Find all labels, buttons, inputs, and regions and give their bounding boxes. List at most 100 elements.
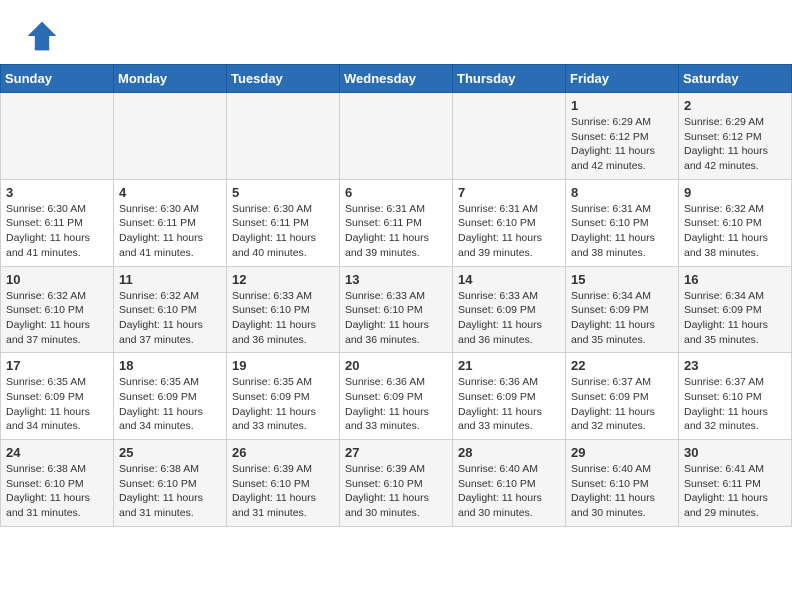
calendar-cell: 8Sunrise: 6:31 AM Sunset: 6:10 PM Daylig… <box>566 179 679 266</box>
day-info: Sunrise: 6:32 AM Sunset: 6:10 PM Dayligh… <box>6 289 108 348</box>
day-info: Sunrise: 6:31 AM Sunset: 6:11 PM Dayligh… <box>345 202 447 261</box>
day-number: 8 <box>571 185 673 200</box>
day-info: Sunrise: 6:33 AM Sunset: 6:10 PM Dayligh… <box>232 289 334 348</box>
calendar-table: SundayMondayTuesdayWednesdayThursdayFrid… <box>0 64 792 527</box>
calendar-week-row: 1 Sunrise: 6:29 AM Sunset: 6:12 PM Daylig… <box>1 93 792 180</box>
weekday-header-saturday: Saturday <box>679 65 792 93</box>
day-info: Sunrise: 6:34 AM Sunset: 6:09 PM Dayligh… <box>571 289 673 348</box>
calendar-week-row: 24Sunrise: 6:38 AM Sunset: 6:10 PM Dayli… <box>1 440 792 527</box>
calendar-cell: 1 Sunrise: 6:29 AM Sunset: 6:12 PM Daylig… <box>566 93 679 180</box>
day-info: Sunrise: 6:38 AM Sunset: 6:10 PM Dayligh… <box>6 462 108 521</box>
day-number: 4 <box>119 185 221 200</box>
calendar-week-row: 10 Sunrise: 6:32 AM Sunset: 6:10 PM Dayli… <box>1 266 792 353</box>
day-info: Sunrise: 6:34 AM Sunset: 6:09 PM Dayligh… <box>684 289 786 348</box>
day-number: 27 <box>345 445 447 460</box>
logo-icon <box>24 18 60 54</box>
day-info: Sunrise: 6:38 AM Sunset: 6:10 PM Dayligh… <box>119 462 221 521</box>
calendar-cell: 3Sunrise: 6:30 AM Sunset: 6:11 PM Daylig… <box>1 179 114 266</box>
calendar-cell: 6 Sunrise: 6:31 AM Sunset: 6:11 PM Daylig… <box>340 179 453 266</box>
calendar-cell: 14Sunrise: 6:33 AM Sunset: 6:09 PM Dayli… <box>453 266 566 353</box>
day-number: 13 <box>345 272 447 287</box>
calendar-cell: 12Sunrise: 6:33 AM Sunset: 6:10 PM Dayli… <box>227 266 340 353</box>
day-info: Sunrise: 6:30 AM Sunset: 6:11 PM Dayligh… <box>232 202 334 261</box>
day-number: 11 <box>119 272 221 287</box>
day-info: Sunrise: 6:40 AM Sunset: 6:10 PM Dayligh… <box>571 462 673 521</box>
calendar-cell: 21 Sunrise: 6:36 AM Sunset: 6:09 PM Dayli… <box>453 353 566 440</box>
calendar-cell: 28 Sunrise: 6:40 AM Sunset: 6:10 PM Dayli… <box>453 440 566 527</box>
day-info: Sunrise: 6:30 AM Sunset: 6:11 PM Dayligh… <box>119 202 221 261</box>
weekday-header-tuesday: Tuesday <box>227 65 340 93</box>
calendar-header: SundayMondayTuesdayWednesdayThursdayFrid… <box>1 65 792 93</box>
calendar-cell: 7 Sunrise: 6:31 AM Sunset: 6:10 PM Daylig… <box>453 179 566 266</box>
day-number: 9 <box>684 185 786 200</box>
day-number: 23 <box>684 358 786 373</box>
weekday-header-thursday: Thursday <box>453 65 566 93</box>
day-number: 17 <box>6 358 108 373</box>
weekday-header-sunday: Sunday <box>1 65 114 93</box>
day-info: Sunrise: 6:35 AM Sunset: 6:09 PM Dayligh… <box>119 375 221 434</box>
weekday-header-monday: Monday <box>114 65 227 93</box>
day-number: 30 <box>684 445 786 460</box>
day-info: Sunrise: 6:41 AM Sunset: 6:11 PM Dayligh… <box>684 462 786 521</box>
day-number: 10 <box>6 272 108 287</box>
day-info: Sunrise: 6:39 AM Sunset: 6:10 PM Dayligh… <box>345 462 447 521</box>
calendar-week-row: 17 Sunrise: 6:35 AM Sunset: 6:09 PM Dayli… <box>1 353 792 440</box>
day-info: Sunrise: 6:32 AM Sunset: 6:10 PM Dayligh… <box>119 289 221 348</box>
calendar-cell <box>227 93 340 180</box>
day-number: 6 <box>345 185 447 200</box>
calendar-cell: 2Sunrise: 6:29 AM Sunset: 6:12 PM Daylig… <box>679 93 792 180</box>
day-number: 26 <box>232 445 334 460</box>
day-number: 7 <box>458 185 560 200</box>
day-info: Sunrise: 6:40 AM Sunset: 6:10 PM Dayligh… <box>458 462 560 521</box>
calendar-cell: 25 Sunrise: 6:38 AM Sunset: 6:10 PM Dayli… <box>114 440 227 527</box>
day-info: Sunrise: 6:35 AM Sunset: 6:09 PM Dayligh… <box>232 375 334 434</box>
calendar-cell: 20 Sunrise: 6:36 AM Sunset: 6:09 PM Dayli… <box>340 353 453 440</box>
day-number: 22 <box>571 358 673 373</box>
calendar-cell: 22 Sunrise: 6:37 AM Sunset: 6:09 PM Dayli… <box>566 353 679 440</box>
day-number: 21 <box>458 358 560 373</box>
day-number: 16 <box>684 272 786 287</box>
day-info: Sunrise: 6:30 AM Sunset: 6:11 PM Dayligh… <box>6 202 108 261</box>
calendar-cell: 24Sunrise: 6:38 AM Sunset: 6:10 PM Dayli… <box>1 440 114 527</box>
day-number: 15 <box>571 272 673 287</box>
day-info: Sunrise: 6:29 AM Sunset: 6:12 PM Dayligh… <box>684 115 786 174</box>
day-info: Sunrise: 6:36 AM Sunset: 6:09 PM Dayligh… <box>345 375 447 434</box>
calendar-week-row: 3Sunrise: 6:30 AM Sunset: 6:11 PM Daylig… <box>1 179 792 266</box>
day-info: Sunrise: 6:37 AM Sunset: 6:09 PM Dayligh… <box>571 375 673 434</box>
calendar-cell: 16 Sunrise: 6:34 AM Sunset: 6:09 PM Dayli… <box>679 266 792 353</box>
calendar-cell: 4 Sunrise: 6:30 AM Sunset: 6:11 PM Daylig… <box>114 179 227 266</box>
logo <box>24 18 64 54</box>
calendar-cell: 11 Sunrise: 6:32 AM Sunset: 6:10 PM Dayli… <box>114 266 227 353</box>
day-number: 29 <box>571 445 673 460</box>
day-number: 25 <box>119 445 221 460</box>
calendar-cell: 27 Sunrise: 6:39 AM Sunset: 6:10 PM Dayli… <box>340 440 453 527</box>
day-info: Sunrise: 6:36 AM Sunset: 6:09 PM Dayligh… <box>458 375 560 434</box>
calendar-body: 1 Sunrise: 6:29 AM Sunset: 6:12 PM Daylig… <box>1 93 792 527</box>
calendar-cell: 10 Sunrise: 6:32 AM Sunset: 6:10 PM Dayli… <box>1 266 114 353</box>
calendar-cell <box>453 93 566 180</box>
weekday-header-friday: Friday <box>566 65 679 93</box>
day-number: 18 <box>119 358 221 373</box>
day-number: 28 <box>458 445 560 460</box>
day-info: Sunrise: 6:33 AM Sunset: 6:09 PM Dayligh… <box>458 289 560 348</box>
weekday-header-wednesday: Wednesday <box>340 65 453 93</box>
day-number: 1 <box>571 98 673 113</box>
calendar-cell: 18 Sunrise: 6:35 AM Sunset: 6:09 PM Dayli… <box>114 353 227 440</box>
calendar-cell: 29 Sunrise: 6:40 AM Sunset: 6:10 PM Dayli… <box>566 440 679 527</box>
calendar-cell: 15 Sunrise: 6:34 AM Sunset: 6:09 PM Dayli… <box>566 266 679 353</box>
day-info: Sunrise: 6:31 AM Sunset: 6:10 PM Dayligh… <box>458 202 560 261</box>
calendar-cell: 5 Sunrise: 6:30 AM Sunset: 6:11 PM Daylig… <box>227 179 340 266</box>
calendar-cell: 19Sunrise: 6:35 AM Sunset: 6:09 PM Dayli… <box>227 353 340 440</box>
calendar-cell: 26Sunrise: 6:39 AM Sunset: 6:10 PM Dayli… <box>227 440 340 527</box>
day-info: Sunrise: 6:29 AM Sunset: 6:12 PM Dayligh… <box>571 115 673 174</box>
day-number: 20 <box>345 358 447 373</box>
day-number: 5 <box>232 185 334 200</box>
calendar-cell: 23 Sunrise: 6:37 AM Sunset: 6:10 PM Dayli… <box>679 353 792 440</box>
day-info: Sunrise: 6:37 AM Sunset: 6:10 PM Dayligh… <box>684 375 786 434</box>
calendar-cell: 9Sunrise: 6:32 AM Sunset: 6:10 PM Daylig… <box>679 179 792 266</box>
calendar-cell: 13 Sunrise: 6:33 AM Sunset: 6:10 PM Dayli… <box>340 266 453 353</box>
weekday-header-row: SundayMondayTuesdayWednesdayThursdayFrid… <box>1 65 792 93</box>
day-info: Sunrise: 6:33 AM Sunset: 6:10 PM Dayligh… <box>345 289 447 348</box>
calendar-cell: 30 Sunrise: 6:41 AM Sunset: 6:11 PM Dayli… <box>679 440 792 527</box>
calendar-cell <box>340 93 453 180</box>
